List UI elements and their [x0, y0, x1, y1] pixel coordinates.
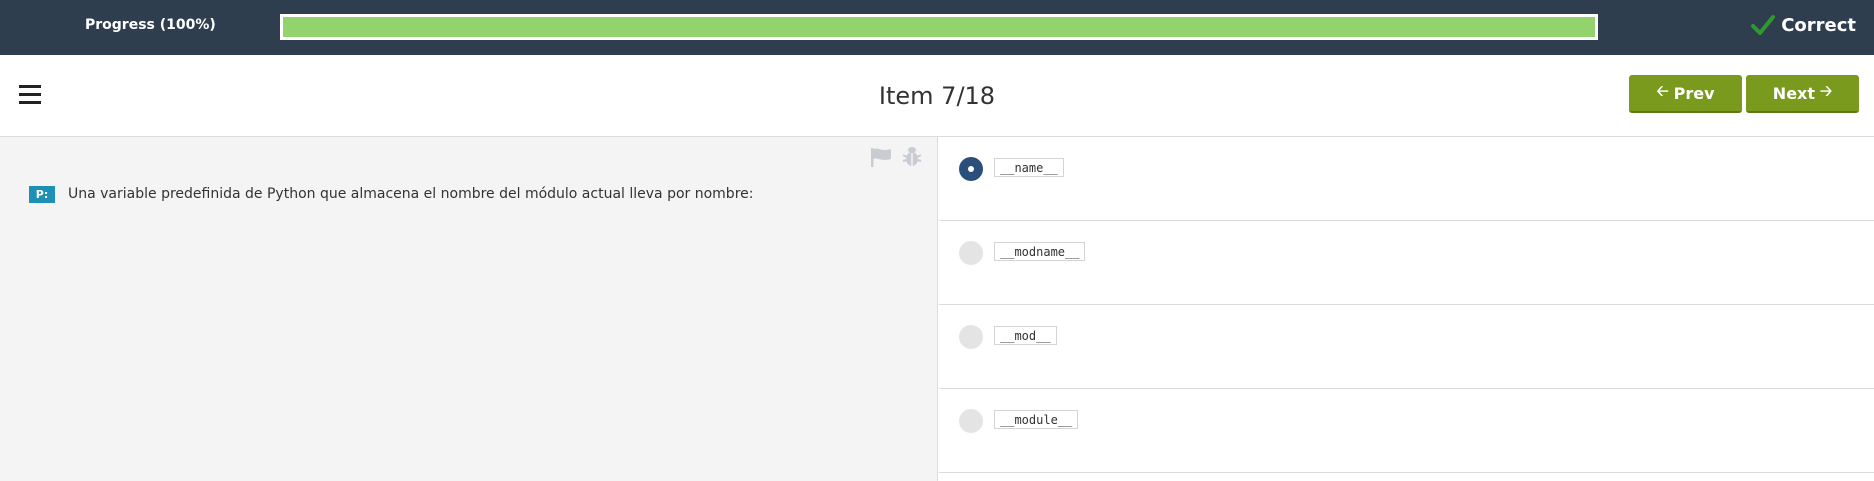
radio-button[interactable]: [959, 241, 983, 265]
arrow-left-icon: 🡠: [1656, 81, 1669, 100]
option-label: __modname__: [994, 242, 1086, 261]
flag-icon[interactable]: [870, 147, 892, 167]
answer-option[interactable]: __modname__: [939, 221, 1874, 305]
progress-bar-area: Progress (100%) Correct: [0, 0, 1874, 55]
progress-label: Progress (100%): [85, 17, 216, 33]
progress-track: [280, 14, 1598, 40]
question-text: Una variable predefinida de Python que a…: [68, 186, 754, 202]
progress-fill: [283, 17, 1595, 37]
answer-option[interactable]: __mod__: [939, 305, 1874, 389]
answer-option[interactable]: __name__: [939, 137, 1874, 221]
prev-button-label: Prev: [1673, 83, 1715, 103]
question-badge: P:: [29, 186, 55, 203]
status-text: Correct: [1781, 14, 1856, 36]
radio-button[interactable]: [959, 409, 983, 433]
radio-button[interactable]: [959, 157, 983, 181]
prev-button[interactable]: 🡠 Prev: [1629, 75, 1742, 113]
answer-options: __name__ __modname__ __mod__ __module__: [939, 137, 1874, 481]
status-badge: Correct: [1751, 14, 1856, 36]
arrow-right-icon: 🡢: [1820, 81, 1833, 100]
option-label: __name__: [994, 158, 1064, 177]
question-pane: P: Una variable predefinida de Python qu…: [0, 137, 938, 481]
radio-button[interactable]: [959, 325, 983, 349]
bug-icon[interactable]: [902, 145, 922, 167]
option-label: __module__: [994, 410, 1079, 429]
next-button[interactable]: Next 🡢: [1746, 75, 1859, 113]
page-title: Item 7/18: [878, 82, 996, 110]
answer-option[interactable]: __module__: [939, 389, 1874, 473]
check-icon: [1751, 15, 1776, 35]
next-button-label: Next: [1772, 83, 1816, 103]
header: Item 7/18 🡠 Prev Next 🡢: [0, 55, 1874, 137]
option-label: __mod__: [994, 326, 1057, 345]
